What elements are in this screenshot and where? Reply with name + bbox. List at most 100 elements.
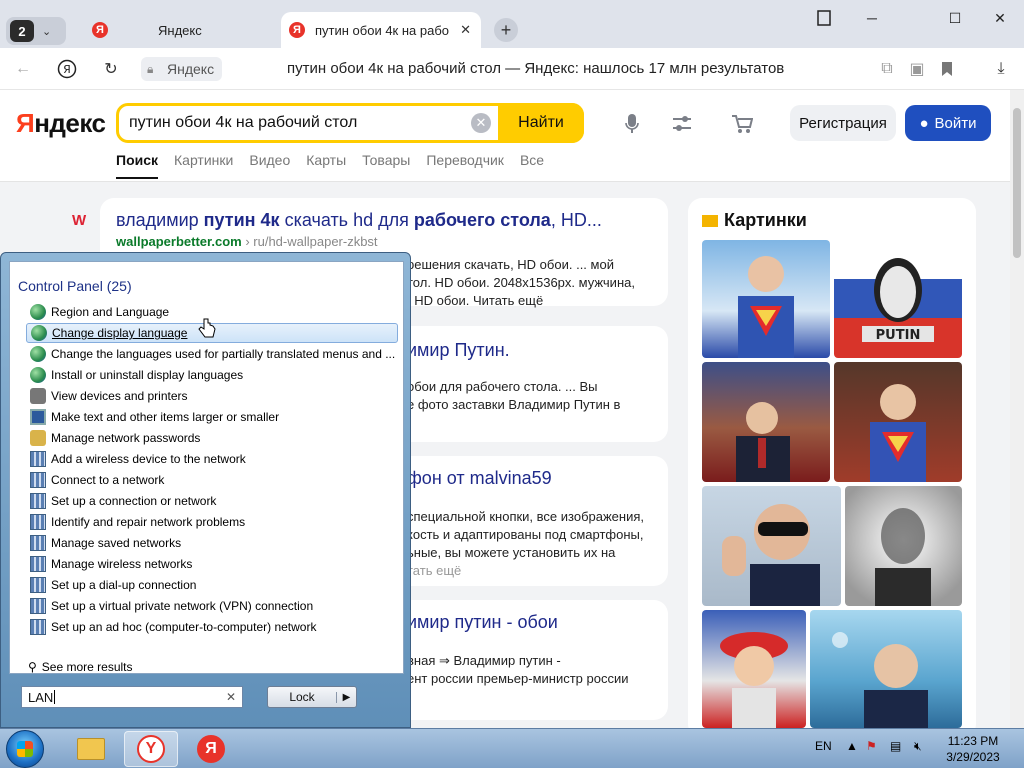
globe-icon <box>30 346 46 362</box>
cart-icon[interactable] <box>730 112 754 136</box>
clear-search-icon[interactable]: ✕ <box>226 690 236 704</box>
tab-yandex[interactable]: Я Яндекс <box>84 12 274 48</box>
yandex-header: Яндекс путин обои 4к на рабочий стол ✕ Н… <box>0 90 1010 182</box>
user-icon: ● <box>919 114 929 132</box>
result-setup-connection[interactable]: Set up a connection or network <box>26 491 398 511</box>
clear-search-icon[interactable]: ✕ <box>471 113 491 133</box>
nav-video[interactable]: Видео <box>249 152 290 179</box>
network-icon <box>30 556 46 572</box>
close-tab-icon[interactable]: ✕ <box>460 22 471 38</box>
images-title[interactable]: Картинки <box>702 210 807 231</box>
image-thumb[interactable] <box>702 486 841 606</box>
network-icon <box>30 472 46 488</box>
globe-icon <box>31 325 47 341</box>
protect-icon[interactable]: ▣ <box>906 58 928 80</box>
result-add-wireless-device[interactable]: Add a wireless device to the network <box>26 449 398 469</box>
result-manage-wireless-networks[interactable]: Manage wireless networks <box>26 554 398 574</box>
nav-translator[interactable]: Переводчик <box>426 152 504 179</box>
yandex-icon: Я <box>197 735 225 763</box>
tab-counter-button[interactable]: 2 ⌄ <box>6 17 66 45</box>
microphone-icon[interactable] <box>620 112 644 136</box>
maximize-icon[interactable]: ☐ <box>945 8 965 28</box>
result-manage-network-passwords[interactable]: Manage network passwords <box>26 428 398 448</box>
power-options-arrow-icon[interactable]: ▶ <box>336 691 356 703</box>
start-search-input[interactable]: LAN ✕ <box>21 686 243 708</box>
result-install-display-languages[interactable]: Install or uninstall display languages <box>26 365 398 385</box>
image-thumb[interactable] <box>702 240 830 358</box>
see-more-results-link[interactable]: ⚲ See more results <box>28 660 133 674</box>
page-scrollbar[interactable] <box>1010 90 1024 730</box>
yandex-browser-taskbar-button[interactable]: Y <box>124 731 178 767</box>
volume-muted-icon[interactable]: 🔇︎ <box>914 739 922 754</box>
result-title[interactable]: владимир путин 4к скачать hd для рабочег… <box>116 210 602 231</box>
system-clock[interactable]: 11:23 PM 3/29/2023 <box>942 733 1004 765</box>
search-input[interactable]: путин обои 4к на рабочий стол <box>129 114 357 132</box>
network-icon <box>30 598 46 614</box>
action-center-icon[interactable]: ⚑ <box>866 739 877 753</box>
results-heading[interactable]: Control Panel (25) <box>18 278 132 294</box>
search-nav: Поиск Картинки Видео Карты Товары Перево… <box>116 152 544 179</box>
result-setup-dialup[interactable]: Set up a dial-up connection <box>26 575 398 595</box>
image-thumb[interactable] <box>834 362 962 482</box>
address-title[interactable]: путин обои 4к на рабочий стол — Яндекс: … <box>287 60 784 77</box>
lock-icon: 🔒︎ <box>147 61 154 76</box>
new-tab-button[interactable]: + <box>494 18 518 42</box>
yandex-logo[interactable]: Яндекс <box>16 108 106 139</box>
image-thumb[interactable] <box>810 610 962 728</box>
network-icon <box>30 514 46 530</box>
search-button[interactable]: Найти <box>498 103 584 143</box>
bookmark-icon[interactable] <box>936 58 958 80</box>
result-title[interactable]: фон от malvina59 <box>407 468 552 489</box>
close-window-icon[interactable]: ✕ <box>990 8 1010 28</box>
result-snippet: вная ⇒ Владимир путин - ент россии премь… <box>407 653 629 686</box>
start-button[interactable] <box>6 730 44 768</box>
yandex-favicon-icon: Я <box>289 22 305 38</box>
filters-icon[interactable] <box>670 112 694 136</box>
lock-button[interactable]: Lock ▶ <box>267 686 357 708</box>
network-icon <box>30 577 46 593</box>
explorer-taskbar-button[interactable] <box>64 731 118 767</box>
image-thumb[interactable] <box>845 486 962 606</box>
result-view-devices-printers[interactable]: View devices and printers <box>26 386 398 406</box>
result-url[interactable]: wallpaperbetter.com › ru/hd-wallpaper-zk… <box>116 234 378 249</box>
nav-search[interactable]: Поиск <box>116 152 159 179</box>
network-icon <box>30 493 46 509</box>
show-hidden-icons-icon[interactable]: ▲ <box>846 739 858 753</box>
download-icon[interactable]: ⤓ <box>990 58 1012 80</box>
tab-search-results[interactable]: Я путин обои 4к на рабо ✕ <box>281 12 481 48</box>
back-arrow-icon[interactable]: ← <box>12 58 34 80</box>
nav-goods[interactable]: Товары <box>362 152 410 179</box>
image-thumb[interactable] <box>702 362 830 482</box>
network-tray-icon[interactable]: ▤ <box>890 739 901 753</box>
nav-maps[interactable]: Карты <box>306 152 346 179</box>
image-thumb[interactable] <box>702 610 806 728</box>
address-bar: ← Я ↻ 🔒︎ Яндекс путин обои 4к на рабочий… <box>0 48 1024 90</box>
minimize-icon[interactable]: ─ <box>862 8 882 28</box>
nav-all[interactable]: Все <box>520 152 544 179</box>
nav-images[interactable]: Картинки <box>174 152 233 179</box>
address-domain-chip[interactable]: 🔒︎ Яндекс <box>141 57 223 81</box>
result-setup-vpn[interactable]: Set up a virtual private network (VPN) c… <box>26 596 398 616</box>
reload-icon[interactable]: ↻ <box>100 58 122 80</box>
result-identify-repair-network[interactable]: Identify and repair network problems <box>26 512 398 532</box>
result-title[interactable]: имир Путин. <box>407 340 510 361</box>
yandex-browser-icon: Y <box>137 735 165 763</box>
yandex-home-icon[interactable]: Я <box>56 58 78 80</box>
translate-icon[interactable]: ⧉ <box>876 58 898 80</box>
result-change-languages-partially-translated[interactable]: Change the languages used for partially … <box>26 344 398 364</box>
result-snippet: решения скачать, HD обои. ... мой тол. H… <box>407 257 635 308</box>
language-indicator[interactable]: EN <box>815 739 832 753</box>
image-thumb[interactable]: PUTIN <box>834 240 962 358</box>
login-button[interactable]: ● Войти <box>905 105 991 141</box>
result-manage-saved-networks[interactable]: Manage saved networks <box>26 533 398 553</box>
bookmarks-window-icon[interactable] <box>814 8 834 28</box>
result-title[interactable]: имир путин - обои <box>407 612 558 633</box>
key-icon <box>30 430 46 446</box>
yandex-taskbar-button[interactable]: Я <box>184 731 238 767</box>
result-connect-to-network[interactable]: Connect to a network <box>26 470 398 490</box>
result-setup-adhoc[interactable]: Set up an ad hoc (computer-to-computer) … <box>26 617 398 637</box>
svg-text:Я: Я <box>63 63 71 76</box>
result-make-text-larger[interactable]: Make text and other items larger or smal… <box>26 407 398 427</box>
tab-count: 2 <box>10 20 34 42</box>
register-button[interactable]: Регистрация <box>790 105 896 141</box>
